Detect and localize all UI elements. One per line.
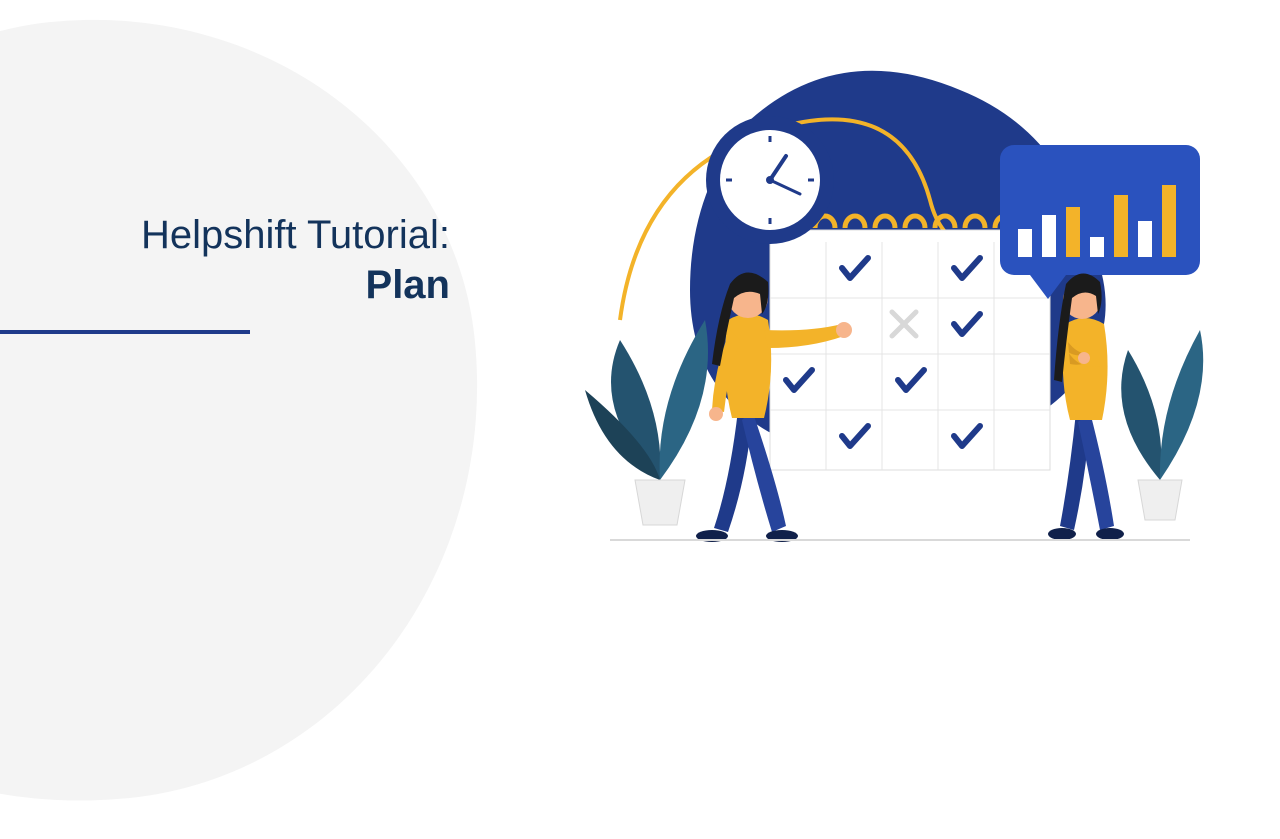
title-line-2: Plan xyxy=(100,260,450,310)
background-blob xyxy=(0,0,519,839)
left-plant xyxy=(585,320,708,525)
planning-illustration xyxy=(580,60,1220,580)
title-block: Helpshift Tutorial: Plan xyxy=(100,210,450,310)
clock-icon xyxy=(706,116,834,244)
title-underline xyxy=(0,330,250,334)
right-plant xyxy=(1121,330,1203,520)
title-line-1: Helpshift Tutorial: xyxy=(100,210,450,260)
